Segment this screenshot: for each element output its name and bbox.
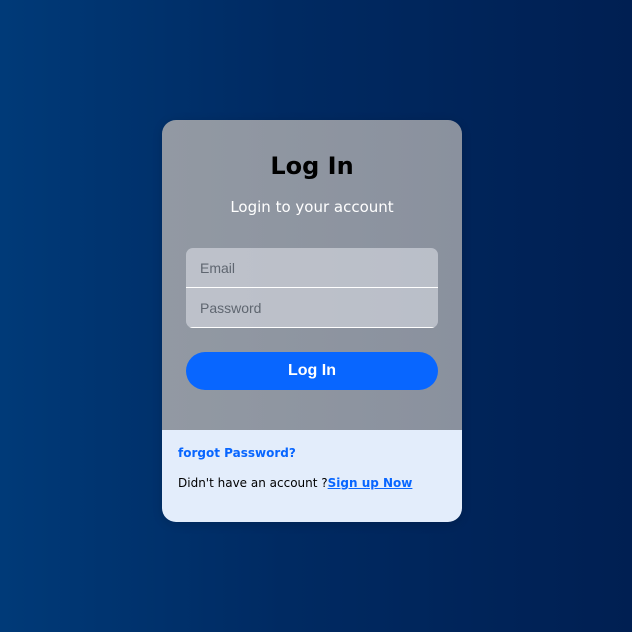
password-field[interactable] bbox=[186, 288, 438, 328]
signup-link[interactable]: Sign up Now bbox=[328, 476, 413, 490]
login-button[interactable]: Log In bbox=[186, 352, 438, 390]
login-card: Log In Login to your account Log In forg… bbox=[162, 120, 462, 522]
email-field[interactable] bbox=[186, 248, 438, 288]
credentials-group bbox=[186, 248, 438, 328]
page-subtitle: Login to your account bbox=[230, 198, 394, 216]
page-title: Log In bbox=[270, 152, 354, 180]
login-form-panel: Log In Login to your account Log In bbox=[162, 120, 462, 430]
login-footer: forgot Password? Didn't have an account … bbox=[162, 430, 462, 522]
no-account-text: Didn't have an account ? bbox=[178, 476, 328, 490]
forgot-password-link[interactable]: forgot Password? bbox=[178, 446, 296, 460]
signup-prompt: Didn't have an account ?Sign up Now bbox=[178, 476, 412, 490]
